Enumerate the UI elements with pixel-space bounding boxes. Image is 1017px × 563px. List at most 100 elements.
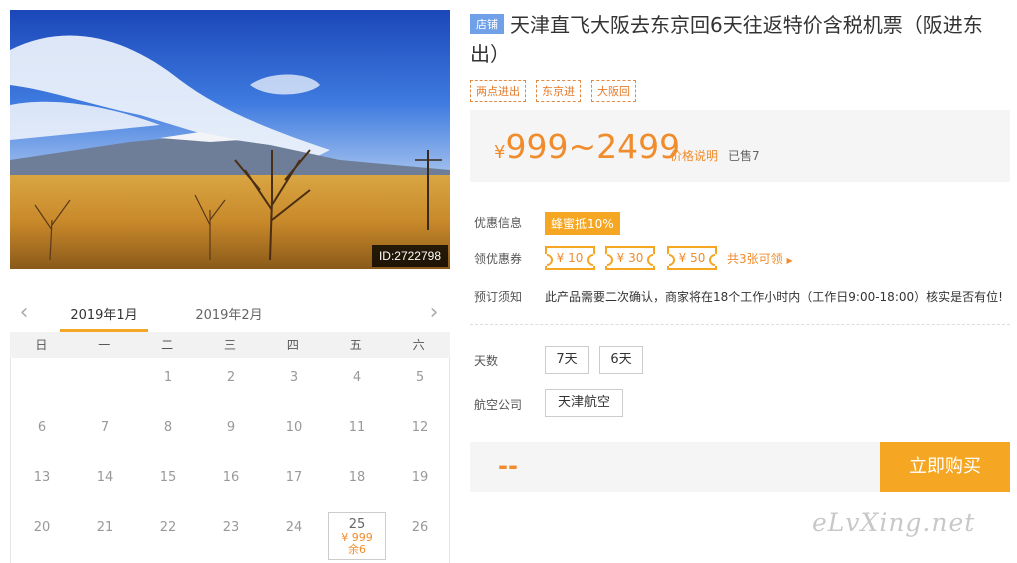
weekday-label: 二 [161, 338, 174, 352]
tab-month-feb[interactable]: 2019年2月 [185, 304, 273, 332]
coupon-more-label: 共3张可领 [727, 252, 783, 266]
calendar-day-number: 19 [411, 470, 429, 485]
calendar-day: 9 [202, 412, 260, 460]
calendar-day: 11 [328, 412, 386, 460]
next-month-chevron-right-icon[interactable]: › [426, 302, 442, 324]
calendar-day: 18 [328, 462, 386, 510]
coupon-label: 领优惠券 [474, 252, 523, 266]
product-tags: 两点进出 东京进 大阪回 [470, 80, 636, 102]
product-tag: 大阪回 [591, 80, 636, 102]
calendar-day: 19 [391, 462, 449, 510]
calendar-day-number: 24 [285, 520, 303, 535]
product-tag: 两点进出 [470, 80, 526, 102]
calendar-day: 14 [76, 462, 134, 510]
caret-right-icon: ▶ [786, 256, 793, 265]
calendar-day: 8 [139, 412, 197, 460]
price-box: ¥999~2499 价格说明 已售7 [470, 110, 1010, 182]
airline-option-tianjin[interactable]: 天津航空 [545, 389, 623, 417]
image-id-badge: ID:2722798 [371, 245, 448, 267]
buy-now-button[interactable]: 立即购买 [880, 442, 1010, 492]
calendar-day: 16 [202, 462, 260, 510]
calendar-day-number: 2 [226, 370, 236, 385]
calendar-day: 12 [391, 412, 449, 460]
weekday-label: 六 [412, 338, 425, 352]
calendar-day: 10 [265, 412, 323, 460]
weekday-label: 三 [223, 338, 236, 352]
coupon-30[interactable]: ¥ 30 [605, 246, 655, 270]
days-label: 天数 [474, 354, 499, 368]
calendar-day-number: 3 [289, 370, 299, 385]
calendar-day-number: 6 [37, 420, 47, 435]
calendar-day-number: 1 [163, 370, 173, 385]
calendar-day-number: 25 [348, 517, 366, 532]
coupon-50[interactable]: ¥ 50 [667, 246, 717, 270]
promo-badge: 蜂蜜抵10% [545, 212, 620, 235]
calendar-day-number: 23 [222, 520, 240, 535]
sold-count: 已售7 [728, 149, 760, 163]
weekday-label: 四 [286, 338, 299, 352]
calendar-day: 23 [202, 512, 260, 560]
calendar-day-number: 11 [348, 420, 366, 435]
calendar-day: 24 [265, 512, 323, 560]
weekday-label: 一 [98, 338, 111, 352]
calendar-day-number: 15 [159, 470, 177, 485]
tab-month-jan[interactable]: 2019年1月 [60, 304, 148, 332]
calendar-day-number: 22 [159, 520, 177, 535]
divider [470, 324, 1010, 325]
days-option-6[interactable]: 6天 [599, 346, 643, 374]
calendar-day: 20 [13, 512, 71, 560]
product-tag: 东京进 [536, 80, 581, 102]
calendar-day-number: 4 [352, 370, 362, 385]
price-note-link[interactable]: 价格说明 [670, 147, 718, 164]
price-range-value: 999~2499 [505, 127, 681, 166]
calendar-day-stock: 余6 [348, 543, 366, 556]
calendar-day-number: 9 [226, 420, 236, 435]
price-range: ¥999~2499 [494, 127, 680, 166]
calendar-day: 4 [328, 362, 386, 410]
calendar-day-number: 12 [411, 420, 429, 435]
product-title-row: 店铺 天津直飞大阪去东京回6天往返特价含税机票（阪进东出） [470, 11, 1010, 69]
weekday-label: 五 [349, 338, 362, 352]
notice-label: 预订须知 [474, 290, 523, 304]
calendar-day-number: 8 [163, 420, 173, 435]
coupon-more-link[interactable]: 共3张可领 ▶ [727, 250, 793, 267]
calendar-day-available[interactable]: 25 ¥ 999 余6 [328, 512, 386, 560]
notice-text: 此产品需要二次确认，商家将在18个工作小时内（工作日9:00-18:00）核实是… [545, 290, 1003, 304]
calendar-day-number: 16 [222, 470, 240, 485]
calendar-day-number: 13 [33, 470, 51, 485]
calendar-nav: ‹ 2019年1月 2019年2月 › [10, 298, 450, 332]
calendar-weekday-header: 日 一 二 三 四 五 六 [10, 332, 450, 358]
calendar-grid: 1 2 3 4 5 6 7 8 9 10 11 12 13 14 15 16 17 18 19 20 21 22 23 24 2… [10, 358, 450, 563]
shop-badge[interactable]: 店铺 [470, 14, 504, 34]
calendar-day: 21 [76, 512, 134, 560]
purchase-bar: -- [470, 442, 880, 492]
calendar-day-number: 14 [96, 470, 114, 485]
calendar-day: 22 [139, 512, 197, 560]
product-title: 天津直飞大阪去东京回6天往返特价含税机票（阪进东出） [470, 13, 983, 66]
coupon-10[interactable]: ¥ 10 [545, 246, 595, 270]
product-photo[interactable]: ID:2722798 [10, 10, 450, 269]
calendar-day: 26 [391, 512, 449, 560]
watermark: eLvXing.net [812, 508, 976, 537]
days-option-7[interactable]: 7天 [545, 346, 589, 374]
calendar-day-number: 7 [100, 420, 110, 435]
promo-label: 优惠信息 [474, 216, 523, 230]
calendar-day-number: 20 [33, 520, 51, 535]
calendar-day: 5 [391, 362, 449, 410]
prev-month-chevron-left-icon[interactable]: ‹ [16, 302, 32, 324]
total-price: -- [498, 452, 518, 480]
calendar-day: 6 [13, 412, 71, 460]
calendar-day: 3 [265, 362, 323, 410]
calendar-day: 1 [139, 362, 197, 410]
calendar-day-number: 5 [415, 370, 425, 385]
airline-label: 航空公司 [474, 398, 523, 412]
landscape-image [10, 10, 450, 269]
weekday-label: 日 [35, 338, 48, 352]
calendar-day-number: 26 [411, 520, 429, 535]
calendar-day-number: 18 [348, 470, 366, 485]
calendar-day: 2 [202, 362, 260, 410]
calendar-day-number: 21 [96, 520, 114, 535]
calendar-day: 7 [76, 412, 134, 460]
calendar-day: 15 [139, 462, 197, 510]
calendar-day-number: 10 [285, 420, 303, 435]
